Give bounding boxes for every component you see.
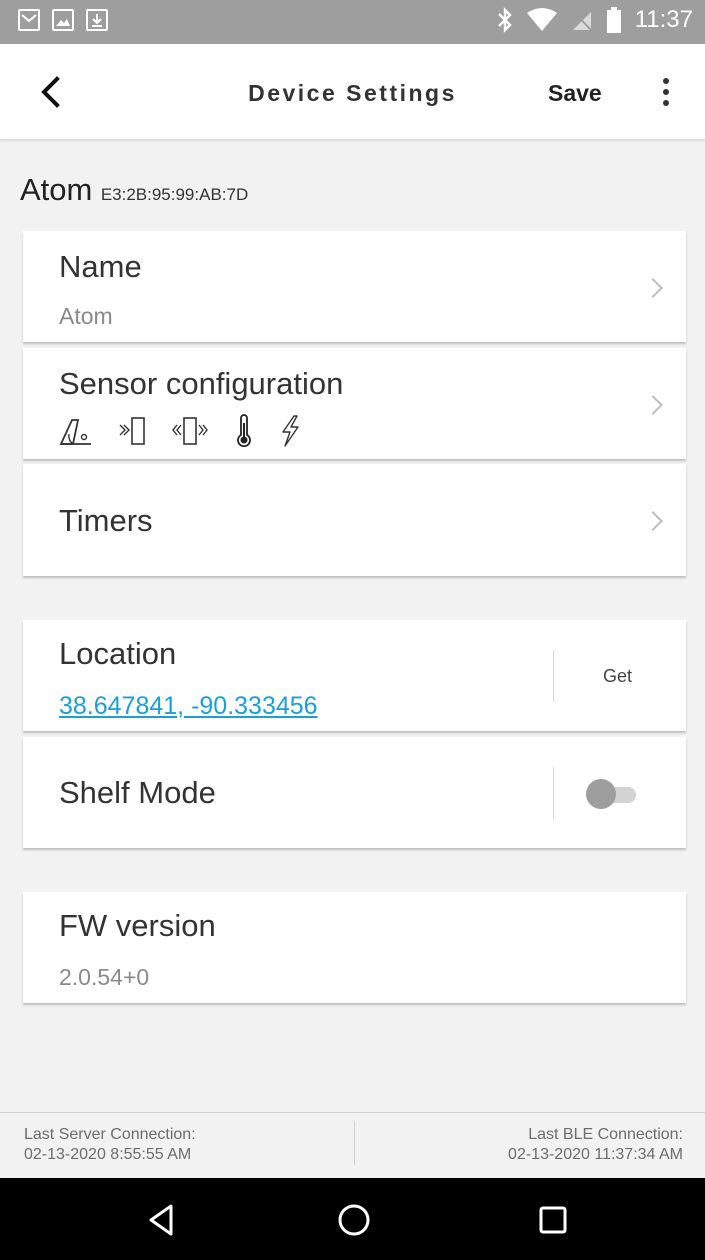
status-bar: 11:37 — [0, 0, 705, 44]
location-row: Location 38.647841, -90.333456 Get — [23, 620, 686, 731]
sensor-icons — [59, 414, 301, 448]
notification-icons — [18, 9, 108, 31]
status-time: 11:37 — [634, 6, 693, 33]
connection-footer: Last Server Connection: 02-13-2020 8:55:… — [0, 1112, 705, 1178]
image-icon — [52, 9, 74, 31]
name-setting-row[interactable]: Name Atom — [23, 231, 686, 342]
name-value: Atom — [59, 303, 113, 329]
shelf-mode-toggle[interactable] — [586, 779, 638, 809]
square-recents-icon[interactable] — [533, 1200, 573, 1240]
divider — [354, 1121, 355, 1165]
fw-version-label: FW version — [59, 908, 216, 943]
device-name: Atom — [20, 172, 93, 207]
circle-home-icon[interactable] — [334, 1200, 374, 1240]
vibration-icon — [172, 417, 208, 445]
ble-connection-time: 02-13-2020 11:37:34 AM — [508, 1146, 683, 1163]
location-coordinates-link[interactable]: 38.647841, -90.333456 — [59, 692, 318, 721]
tilt-icon — [59, 419, 91, 445]
battery-icon — [606, 7, 621, 33]
divider — [553, 767, 554, 819]
toggle-thumb — [586, 779, 616, 809]
system-navigation-bar — [0, 1178, 705, 1260]
server-connection-label: Last Server Connection: — [24, 1126, 196, 1143]
device-mac-address: E3:2B:95:99:AB:7D — [100, 185, 249, 204]
system-icons: 11:37 — [497, 6, 693, 34]
server-connection-time: 02-13-2020 8:55:55 AM — [24, 1146, 192, 1163]
ble-connection-label: Last BLE Connection: — [528, 1126, 683, 1143]
app-bar: Device Settings Save — [0, 44, 705, 140]
gmail-icon — [18, 9, 40, 31]
last-server-connection: Last Server Connection: 02-13-2020 8:55:… — [24, 1125, 196, 1165]
timers-label: Timers — [59, 503, 153, 538]
sensor-configuration-row[interactable]: Sensor configuration — [23, 348, 686, 459]
bluetooth-icon — [497, 7, 512, 33]
device-header: Atom E3:2B:95:99:AB:7D — [20, 172, 248, 208]
download-icon — [86, 9, 108, 31]
last-ble-connection: Last BLE Connection: 02-13-2020 11:37:34… — [508, 1125, 683, 1165]
thermometer-icon — [237, 414, 251, 448]
lightning-icon — [282, 415, 299, 447]
chevron-right-icon — [643, 395, 663, 415]
shelf-mode-row: Shelf Mode — [23, 737, 686, 848]
no-sim-icon — [572, 11, 592, 31]
fw-version-value: 2.0.54+0 — [59, 964, 150, 990]
get-location-button[interactable]: Get — [603, 666, 632, 687]
shelf-mode-label: Shelf Mode — [59, 775, 216, 810]
timers-row[interactable]: Timers — [23, 464, 686, 576]
chevron-right-icon — [643, 511, 663, 531]
chevron-right-icon — [643, 278, 663, 298]
fw-version-row: FW version 2.0.54+0 — [23, 892, 686, 1003]
wifi-icon — [526, 8, 557, 31]
proximity-icon — [119, 417, 145, 445]
save-button[interactable]: Save — [548, 80, 602, 107]
sensor-configuration-label: Sensor configuration — [59, 366, 344, 401]
more-vertical-icon[interactable] — [656, 76, 676, 110]
divider — [553, 650, 554, 702]
location-label: Location — [59, 636, 177, 671]
name-label: Name — [59, 249, 142, 284]
triangle-back-icon[interactable] — [143, 1200, 183, 1240]
